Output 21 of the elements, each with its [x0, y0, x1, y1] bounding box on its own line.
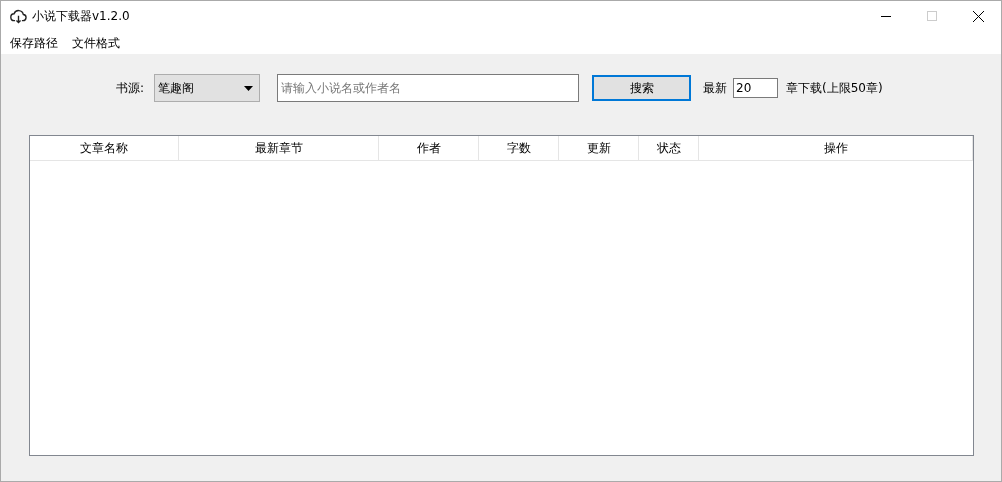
- dropdown-caret-icon: [244, 85, 254, 91]
- cloud-download-icon: [10, 8, 27, 24]
- latest-label: 最新: [703, 80, 728, 97]
- column-header[interactable]: 文章名称: [30, 136, 179, 160]
- column-header[interactable]: 字数: [479, 136, 559, 160]
- search-button[interactable]: 搜索: [592, 75, 692, 101]
- menu-item[interactable]: 保存路径: [3, 33, 65, 52]
- source-dropdown[interactable]: 笔趣阁: [154, 74, 261, 102]
- source-label: 书源:: [116, 80, 145, 97]
- maximize-icon: [927, 11, 937, 21]
- column-header[interactable]: 操作: [699, 136, 973, 160]
- window-title: 小说下载器v1.2.0: [32, 8, 130, 25]
- column-header[interactable]: 更新: [559, 136, 639, 160]
- column-header[interactable]: 作者: [379, 136, 479, 160]
- close-icon: [972, 10, 984, 22]
- column-header[interactable]: 状态: [639, 136, 699, 160]
- search-field[interactable]: 请输入小说名或作者名: [277, 74, 580, 102]
- menu-item[interactable]: 文件格式: [65, 33, 127, 52]
- column-header[interactable]: 最新章节: [179, 136, 379, 160]
- chapter-limit-label: 章下载(上限50章): [786, 80, 883, 97]
- chapter-count-field[interactable]: 20: [733, 78, 779, 98]
